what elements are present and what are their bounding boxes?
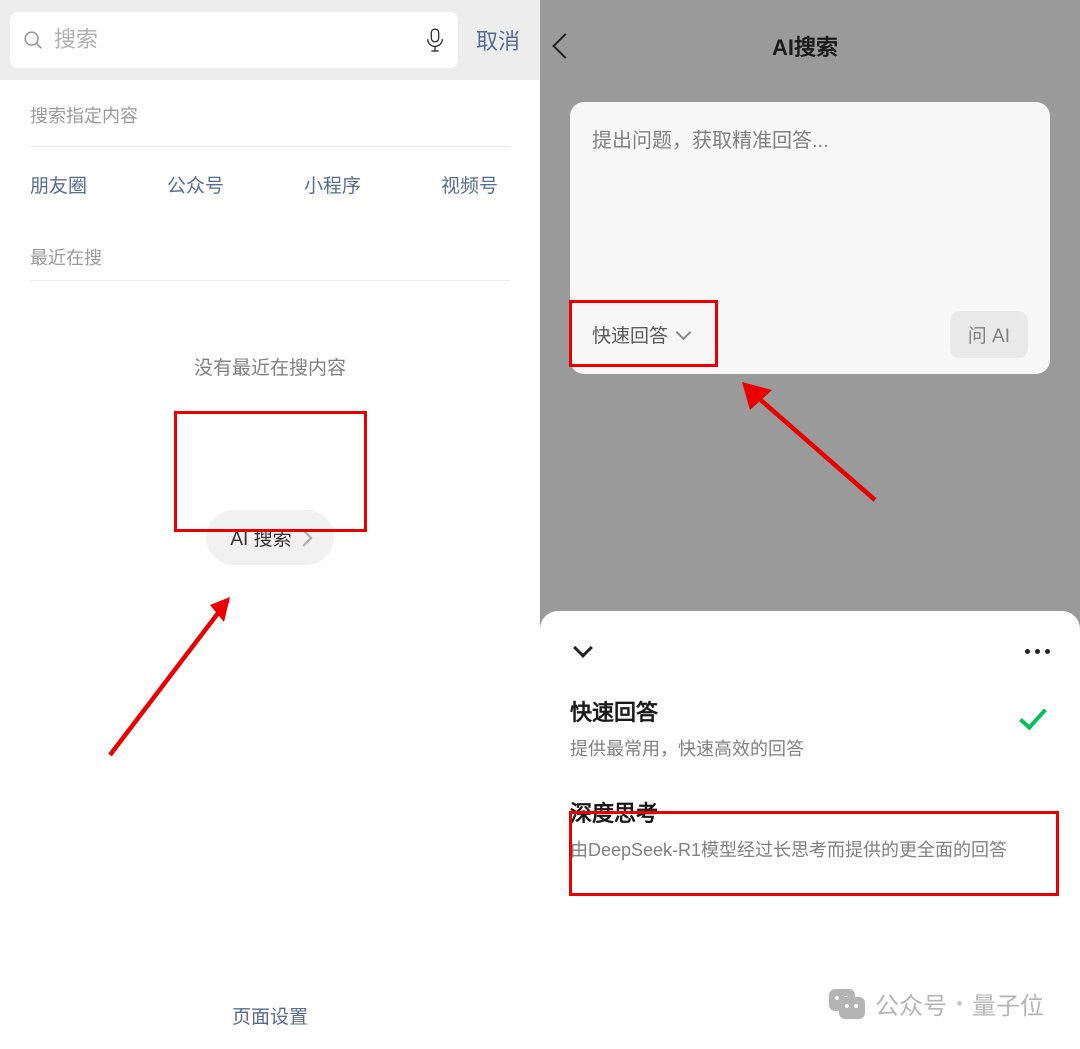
link-moments[interactable]: 朋友圈 — [30, 171, 87, 198]
specified-section-title: 搜索指定内容 — [30, 102, 510, 147]
search-input[interactable] — [54, 27, 424, 53]
ask-ai-button[interactable]: 问 AI — [950, 311, 1028, 358]
option-title: 快速回答 — [570, 695, 1050, 727]
prompt-placeholder[interactable]: 提出问题，获取精准回答... — [592, 124, 1028, 311]
mode-bottom-sheet: 快速回答 提供最常用，快速高效的回答 深度思考 由DeepSeek-R1模型经过… — [540, 611, 1080, 1049]
search-icon — [22, 29, 44, 51]
search-bar-row: 取消 — [0, 0, 540, 80]
search-box[interactable] — [10, 12, 458, 68]
right-screenshot: AI搜索 提出问题，获取精准回答... 快速回答 问 AI 快速回答 提供最常用… — [540, 0, 1080, 1049]
option-quick-answer[interactable]: 快速回答 提供最常用，快速高效的回答 — [570, 669, 1050, 780]
option-desc: 提供最常用，快速高效的回答 — [570, 737, 1050, 762]
wechat-icon — [829, 989, 865, 1019]
page-settings-link[interactable]: 页面设置 — [0, 1002, 540, 1029]
recent-section-title: 最近在搜 — [30, 234, 510, 281]
no-recent-text: 没有最近在搜内容 — [30, 353, 510, 380]
annotation-highlight-box — [569, 300, 718, 367]
link-mini-programs[interactable]: 小程序 — [304, 171, 361, 198]
sheet-header — [570, 633, 1050, 669]
dot-separator-icon — [957, 1001, 962, 1006]
annotation-arrow-icon — [100, 520, 280, 770]
watermark-source: 量子位 — [972, 986, 1044, 1021]
link-channels[interactable]: 视频号 — [441, 171, 498, 198]
link-official-accounts[interactable]: 公众号 — [167, 171, 224, 198]
watermark-label: 公众号 — [875, 986, 947, 1021]
left-screenshot: 取消 搜索指定内容 朋友圈 公众号 小程序 视频号 最近在搜 没有最近在搜内容 … — [0, 0, 540, 1049]
cancel-button[interactable]: 取消 — [472, 24, 528, 56]
watermark: 公众号 量子位 — [829, 986, 1044, 1021]
annotation-highlight-box — [569, 811, 1059, 896]
annotation-highlight-box — [174, 411, 367, 532]
category-links-row: 朋友圈 公众号 小程序 视频号 — [30, 147, 510, 234]
collapse-chevron-icon[interactable] — [573, 638, 593, 658]
annotation-arrow-icon — [730, 360, 890, 520]
page-title: AI搜索 — [574, 30, 1064, 62]
more-icon[interactable] — [1025, 649, 1050, 654]
right-header: AI搜索 — [540, 0, 1080, 72]
mic-icon[interactable] — [424, 27, 446, 53]
